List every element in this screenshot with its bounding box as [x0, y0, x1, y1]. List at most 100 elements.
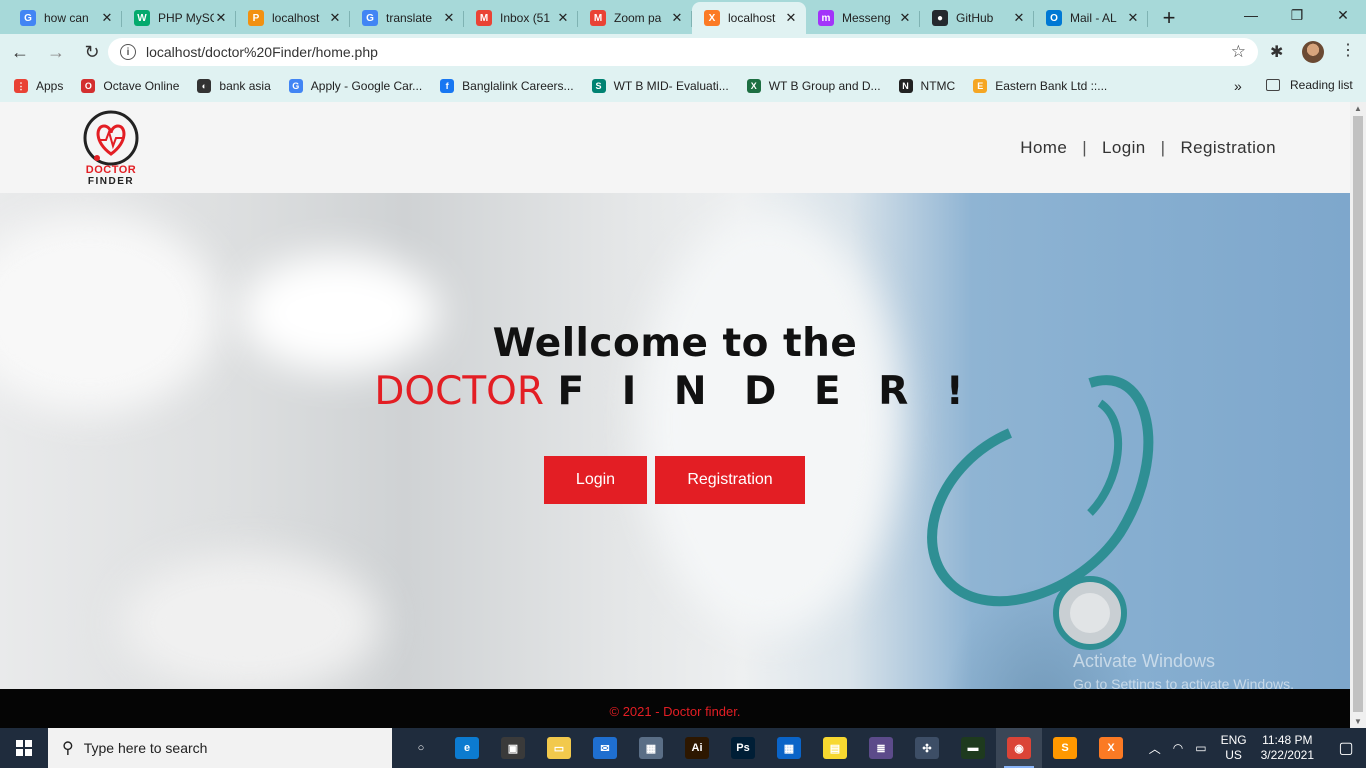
- sway-icon: S: [591, 79, 606, 93]
- url-text[interactable]: localhost/doctor%20Finder/home.php: [146, 44, 1231, 60]
- browser-tab[interactable]: Plocalhost ✕: [236, 2, 350, 34]
- bookmark-item[interactable]: X WT B Group and D...: [746, 79, 881, 93]
- page-scrollbar[interactable]: ▲ ▼: [1350, 102, 1366, 728]
- google-icon: G: [362, 10, 378, 26]
- hero-subtitle: DOCTOR F I N D E R !: [0, 369, 1350, 414]
- tab-title: PHP MySQ: [158, 11, 214, 25]
- taskbar-app[interactable]: Ai: [674, 728, 720, 768]
- bookmark-star-icon[interactable]: ☆: [1231, 42, 1246, 62]
- tab-title: Messeng: [842, 11, 891, 25]
- tab-close-icon[interactable]: ✕: [1126, 10, 1140, 26]
- tab-close-icon[interactable]: ✕: [784, 10, 798, 26]
- scroll-up-icon[interactable]: ▲: [1354, 104, 1362, 113]
- taskbar-app[interactable]: ✣: [904, 728, 950, 768]
- browser-menu-icon[interactable]: ⋮: [1340, 40, 1356, 60]
- taskbar-app[interactable]: ▦: [628, 728, 674, 768]
- site-logo[interactable]: DOCTOR FINDER: [80, 110, 144, 188]
- profile-avatar[interactable]: [1302, 41, 1324, 63]
- nav-login-link[interactable]: Login: [1102, 138, 1146, 158]
- bookmark-item[interactable]: S WT B MID- Evaluati...: [591, 79, 729, 93]
- taskbar-app[interactable]: Ps: [720, 728, 766, 768]
- taskbar-app[interactable]: ≣: [858, 728, 904, 768]
- nav-home-link[interactable]: Home: [1020, 138, 1067, 158]
- bookmark-item[interactable]: G Apply - Google Car...: [288, 79, 422, 93]
- notifications-icon[interactable]: ▢: [1326, 728, 1366, 768]
- taskbar-search-box[interactable]: ⚲ Type here to search: [48, 728, 392, 768]
- browser-tab[interactable]: Gtranslate ✕: [350, 2, 464, 34]
- search-icon: ⚲: [62, 740, 74, 757]
- start-button[interactable]: [0, 728, 48, 768]
- scroll-down-icon[interactable]: ▼: [1354, 717, 1362, 726]
- bookmark-item[interactable]: ◐ bank asia: [197, 79, 271, 93]
- tab-close-icon[interactable]: ✕: [556, 10, 570, 26]
- edge-icon: e: [455, 737, 479, 759]
- clock[interactable]: 11:48 PM 3/22/2021: [1261, 733, 1314, 763]
- tab-close-icon[interactable]: ✕: [1012, 10, 1026, 26]
- tab-close-icon[interactable]: ✕: [442, 10, 456, 26]
- bookmark-list: ⋮ Apps O Octave Online ◐ bank asia G Apply - Go…: [14, 79, 1125, 93]
- windows-taskbar: ⚲ Type here to search ○ e ▣ ▭ ✉ ▦ Ai Ps ▦ ▤ ≣ ✣ ▬ ◉ S X…: [0, 728, 1366, 768]
- more-bookmarks-icon[interactable]: »: [1234, 78, 1242, 94]
- tab-title: how can: [44, 11, 89, 25]
- back-button[interactable]: ←: [4, 36, 36, 68]
- bookmark-label: Apps: [36, 79, 64, 93]
- mail-icon: ✉: [593, 737, 617, 759]
- tab-close-icon[interactable]: ✕: [214, 10, 228, 26]
- taskbar-apps: ○ e ▣ ▭ ✉ ▦ Ai Ps ▦ ▤ ≣ ✣ ▬ ◉ S X: [398, 728, 1134, 768]
- browser-tab[interactable]: Ghow can ✕: [8, 2, 122, 34]
- maximize-button[interactable]: ❐: [1274, 0, 1320, 30]
- battery-icon[interactable]: ▭: [1195, 741, 1206, 755]
- w3schools-icon: W: [134, 10, 150, 26]
- minimize-button[interactable]: —: [1228, 0, 1274, 30]
- nav-registration-link[interactable]: Registration: [1180, 138, 1276, 158]
- taskbar-app[interactable]: ▣: [490, 728, 536, 768]
- bookmark-item[interactable]: N NTMC: [898, 79, 955, 93]
- taskbar-app[interactable]: X: [1088, 728, 1134, 768]
- tab-close-icon[interactable]: ✕: [670, 10, 684, 26]
- show-hidden-icons-icon[interactable]: ︿: [1149, 740, 1161, 757]
- browser-tab[interactable]: Xlocalhost ✕: [692, 2, 806, 34]
- browser-tab[interactable]: M Zoom pa ✕: [578, 2, 692, 34]
- language-indicator[interactable]: ENG US: [1221, 733, 1247, 763]
- taskbar-app[interactable]: ▤: [812, 728, 858, 768]
- watermark-subtitle: Go to Settings to activate Windows.: [1073, 676, 1294, 689]
- bookmark-item[interactable]: f Banglalink Careers...: [440, 79, 574, 93]
- tab-close-icon[interactable]: ✕: [100, 10, 114, 26]
- site-info-icon[interactable]: i: [120, 44, 136, 60]
- scrollbar-thumb[interactable]: [1353, 116, 1363, 712]
- window-controls: — ❐ ✕: [1228, 0, 1366, 32]
- taskbar-app[interactable]: ▭: [536, 728, 582, 768]
- extensions-icon[interactable]: ✱: [1270, 42, 1283, 62]
- bookmark-item[interactable]: ⋮ Apps: [14, 79, 63, 93]
- taskbar-app[interactable]: S: [1042, 728, 1088, 768]
- tab-close-icon[interactable]: ✕: [328, 10, 342, 26]
- registration-button[interactable]: Registration: [655, 456, 805, 504]
- taskbar-app[interactable]: ▬: [950, 728, 996, 768]
- browser-tab[interactable]: m Messeng ✕: [806, 2, 920, 34]
- browser-tab[interactable]: ● GitHub ✕: [920, 2, 1034, 34]
- apps-grid-icon: ⋮: [14, 79, 28, 93]
- close-window-button[interactable]: ✕: [1320, 0, 1366, 30]
- wifi-icon[interactable]: ◠: [1173, 741, 1183, 755]
- browser-tab[interactable]: W PHP MySQ ✕: [122, 2, 236, 34]
- tab-close-icon[interactable]: ✕: [898, 10, 912, 26]
- reading-list-button[interactable]: Reading list: [1266, 78, 1353, 92]
- taskbar-app[interactable]: e: [444, 728, 490, 768]
- bookmark-item[interactable]: O Octave Online: [81, 79, 179, 93]
- network-app-icon: ✣: [915, 737, 939, 759]
- login-button[interactable]: Login: [544, 456, 647, 504]
- page-viewport: DOCTOR FINDER Home | Login | Registratio…: [0, 102, 1350, 728]
- browser-tab[interactable]: M Inbox (51 ✕: [464, 2, 578, 34]
- illustrator-icon: Ai: [685, 737, 709, 759]
- forward-button[interactable]: →: [40, 36, 72, 68]
- new-tab-button[interactable]: +: [1154, 2, 1184, 34]
- tab-title: Mail - AL: [1070, 11, 1117, 25]
- taskbar-app[interactable]: ◉: [996, 728, 1042, 768]
- bookmark-item[interactable]: E Eastern Bank Ltd ::...: [973, 79, 1107, 93]
- taskbar-app[interactable]: ○: [398, 728, 444, 768]
- taskbar-app[interactable]: ✉: [582, 728, 628, 768]
- taskbar-app[interactable]: ▦: [766, 728, 812, 768]
- browser-tab[interactable]: O Mail - AL ✕: [1034, 2, 1148, 34]
- address-bar[interactable]: i localhost/doctor%20Finder/home.php ☆: [108, 38, 1258, 66]
- reload-button[interactable]: ↻: [76, 36, 108, 68]
